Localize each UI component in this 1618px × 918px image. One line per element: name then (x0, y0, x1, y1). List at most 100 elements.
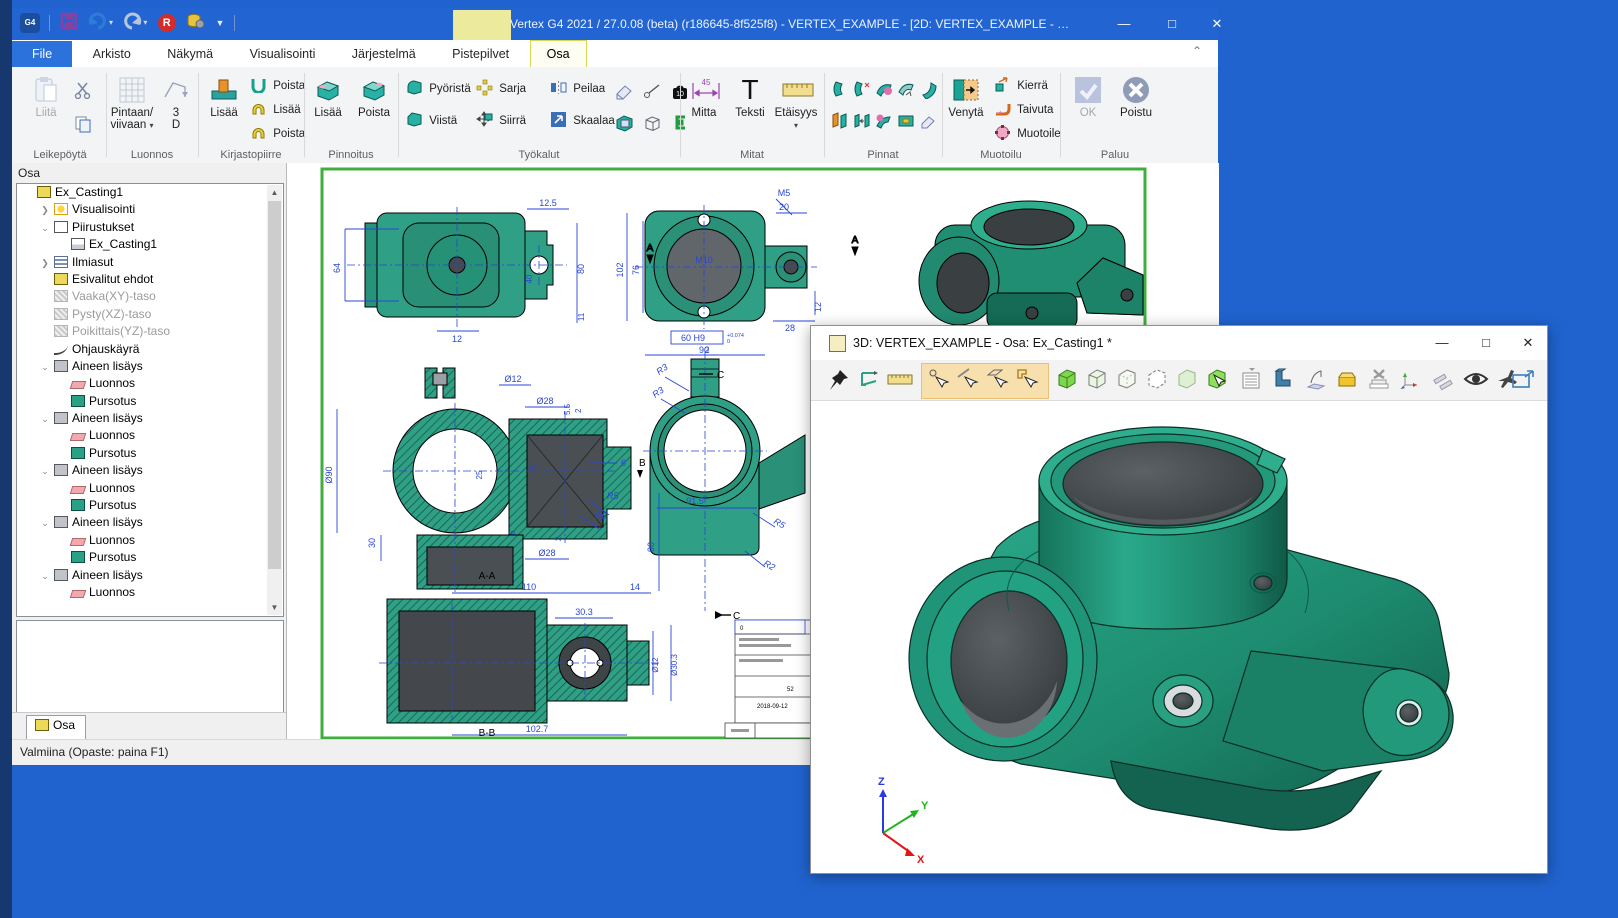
undo-button[interactable] (87, 12, 109, 33)
undo-caret-icon[interactable]: ▾ (109, 18, 113, 27)
scroll-up-icon[interactable]: ▲ (267, 185, 282, 200)
tab-osa[interactable]: Osa (530, 40, 587, 68)
tab-file[interactable]: File (12, 41, 72, 68)
close-button[interactable]: ✕ (1202, 12, 1232, 36)
tree-item[interactable]: Pysty(XZ)-taso (17, 306, 267, 323)
magnet-remove-button[interactable]: Poista (250, 124, 305, 144)
shaded-cube-icon[interactable] (1055, 367, 1081, 393)
tree-item[interactable]: Pursotus (17, 445, 267, 462)
tree-expander-icon[interactable]: ⌄ (38, 463, 52, 480)
tree-expander-icon[interactable]: ❯ (38, 255, 52, 272)
cut-button[interactable] (74, 81, 94, 101)
stretch-button[interactable]: Venytä (942, 75, 990, 119)
tree-item[interactable]: Ex_Casting1 (17, 236, 267, 253)
tree-expander-icon[interactable]: ⌄ (38, 220, 52, 237)
tree-item[interactable]: ⌄Aineen lisäys (17, 358, 267, 375)
tree-item[interactable]: Luonnos (17, 584, 267, 601)
tree-item[interactable]: Pursotus (17, 393, 267, 410)
tree-item[interactable]: ⌄Aineen lisäys (17, 514, 267, 531)
tree-expander-icon[interactable]: ⌄ (38, 568, 52, 585)
surface-patch-button[interactable] (874, 111, 894, 131)
tree-item[interactable]: Esivalitut ehdot (17, 271, 267, 288)
maximize-button[interactable]: □ (1157, 12, 1187, 36)
tree-item[interactable]: ⌄Aineen lisäys (17, 567, 267, 584)
surface-extend-button[interactable] (896, 79, 916, 99)
select-point-icon[interactable] (925, 367, 951, 393)
tab-arkisto[interactable]: Arkisto (77, 41, 147, 68)
tree-item[interactable]: Pursotus (17, 497, 267, 514)
tree-item[interactable]: Luonnos (17, 480, 267, 497)
dimension-button[interactable]: 45 Mitta (680, 75, 728, 119)
tree-item[interactable]: ⌄Piirustukset (17, 219, 267, 236)
surface-bend-button[interactable] (918, 79, 938, 99)
wire-cube-button[interactable] (642, 113, 662, 133)
fillet-button[interactable]: Pyöristä (406, 79, 471, 99)
annotate-pencils-icon[interactable] (1431, 367, 1457, 393)
tab-pistepilvet[interactable]: Pistepilvet (436, 41, 525, 68)
qat-dropdown-icon[interactable]: ▼ (215, 18, 224, 28)
bend-button[interactable]: Taivuta (994, 100, 1053, 120)
tree-item[interactable]: ⌄Aineen lisäys (17, 410, 267, 427)
exit-button[interactable]: Poistu (1112, 75, 1160, 119)
g4-logo-icon[interactable]: G4 (20, 13, 40, 33)
minimize-button[interactable]: — (1109, 12, 1139, 36)
tree-expander-icon[interactable]: ❯ (38, 202, 52, 219)
render-cube-button[interactable] (614, 113, 634, 133)
select-edge-icon[interactable] (955, 367, 981, 393)
library-feature-add-button[interactable]: Lisää (200, 75, 248, 119)
tab-osa-bottom[interactable]: Osa (26, 715, 86, 739)
surface-delete-button[interactable] (918, 111, 938, 131)
rotate-view-icon[interactable] (857, 367, 883, 393)
tree-item[interactable]: ⌄Aineen lisäys (17, 462, 267, 479)
save-button[interactable] (60, 12, 78, 33)
drawer-icon[interactable] (1335, 367, 1361, 393)
tree-scrollbar[interactable]: ▲ ▼ (267, 185, 282, 615)
text-button[interactable]: T Teksti (726, 75, 774, 119)
surface-loft-button[interactable] (896, 111, 916, 131)
tree-item[interactable]: ❯Ilmiasut (17, 254, 267, 271)
move-button[interactable]: Siirrä (476, 111, 526, 131)
eye-icon[interactable] (1463, 367, 1489, 393)
scale-button[interactable]: Skaalaa (550, 111, 615, 131)
select-part-icon[interactable] (1015, 367, 1041, 393)
external-window-icon[interactable] (1511, 367, 1537, 398)
deform-button[interactable]: Muotoile (994, 124, 1061, 144)
tree-expander-icon[interactable]: ⌄ (38, 359, 52, 376)
replay-button[interactable]: R (158, 14, 176, 32)
list-icon[interactable] (1239, 367, 1265, 393)
delete-stamp-icon[interactable] (1367, 367, 1393, 393)
maximize-3d-button[interactable]: □ (1471, 331, 1501, 355)
erase-tool-button[interactable] (614, 81, 634, 101)
tree-item[interactable]: Ohjauskäyrä (17, 341, 267, 358)
surface-fillet-button[interactable] (874, 79, 894, 99)
coating-remove-button[interactable]: Poista (350, 75, 398, 119)
viewport-3d[interactable]: Z Y X (811, 401, 1545, 872)
dashed-cube-icon[interactable] (1145, 367, 1171, 393)
tree-expander-icon[interactable]: ⌄ (38, 411, 52, 428)
scroll-down-icon[interactable]: ▼ (267, 600, 282, 615)
surface-join-button[interactable] (830, 111, 850, 131)
redo-button[interactable] (121, 12, 143, 33)
bracket-part-icon[interactable] (1271, 367, 1297, 393)
surface-offset-button[interactable] (830, 79, 850, 99)
chamfer-button[interactable]: Viistä (406, 111, 457, 131)
rotate-form-button[interactable]: Kierrä (994, 76, 1048, 96)
wireframe-cube-icon[interactable] (1085, 367, 1111, 393)
tab-nakyma[interactable]: Näkymä (151, 41, 229, 68)
tree-item[interactable]: Luonnos (17, 532, 267, 549)
paste-button[interactable]: Liitä (22, 75, 70, 119)
tree-item[interactable]: Luonnos (17, 427, 267, 444)
ok-button[interactable]: OK (1064, 75, 1112, 119)
tree-item[interactable]: ❯Visualisointi (17, 201, 267, 218)
surface-split-button[interactable] (852, 111, 872, 131)
coating-add-button[interactable]: Lisää (304, 75, 352, 119)
surface-trim-button[interactable] (852, 79, 872, 99)
close-3d-button[interactable]: ✕ (1513, 331, 1543, 355)
tab-visualisointi[interactable]: Visualisointi (234, 41, 332, 68)
sketch-plane-icon[interactable] (1303, 367, 1329, 393)
redo-caret-icon[interactable]: ▾ (143, 18, 147, 27)
tree-item[interactable]: Poikittais(YZ)-taso (17, 323, 267, 340)
tree-item[interactable]: Pursotus (17, 549, 267, 566)
tab-jarjestelma[interactable]: Järjestelmä (336, 41, 432, 68)
tree-expander-icon[interactable]: ⌄ (38, 515, 52, 532)
